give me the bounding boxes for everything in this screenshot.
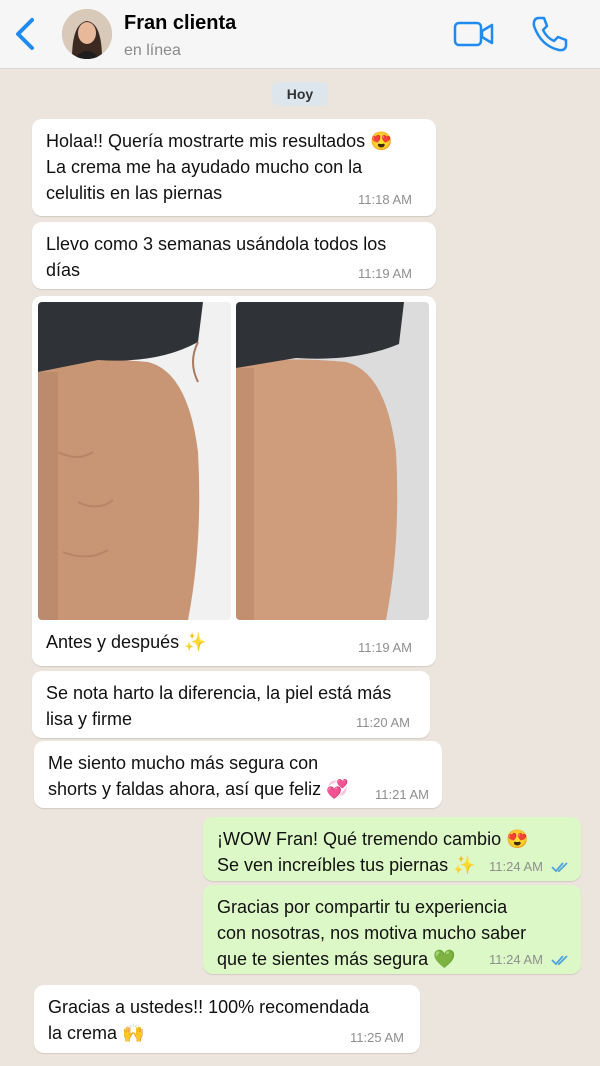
message-outgoing[interactable]: ¡WOW Fran! Qué tremendo cambio 😍 Se ven … [203,817,581,881]
avatar[interactable] [62,9,112,59]
message-incoming[interactable]: Gracias a ustedes!! 100% recomendada la … [34,985,420,1053]
read-ticks-icon [551,862,568,873]
photo-caption: Antes y después ✨ [46,632,207,652]
message-time: 11:18 AM [358,192,412,207]
message-text: Holaa!! Quería mostrarte mis resultados … [46,131,393,203]
message-incoming[interactable]: Llevo como 3 semanas usándola todos los … [32,222,436,289]
message-text: ¡WOW Fran! Qué tremendo cambio 😍 Se ven … [217,829,529,875]
message-time: 11:19 AM [358,640,412,655]
message-text: Gracias a ustedes!! 100% recomendada la … [48,997,370,1043]
date-separator: Hoy [272,82,328,106]
back-chevron-icon[interactable] [10,14,42,54]
after-photo[interactable] [236,302,429,620]
message-incoming[interactable]: Holaa!! Quería mostrarte mis resultados … [32,119,436,216]
phone-call-icon[interactable] [528,14,570,54]
before-photo[interactable] [38,302,231,620]
message-incoming[interactable]: Me siento mucho más segura con shorts y … [34,741,442,808]
message-outgoing[interactable]: Gracias por compartir tu experiencia con… [203,885,581,974]
message-time: 11:20 AM [356,715,410,730]
read-ticks-icon [551,955,568,966]
chat-area[interactable]: Hoy Holaa!! Quería mostrarte mis resulta… [0,69,600,1066]
message-time: 11:25 AM [350,1030,404,1045]
message-incoming[interactable]: Se nota harto la diferencia, la piel est… [32,671,430,738]
message-time: 11:19 AM [358,266,412,281]
message-time: 11:24 AM [489,859,543,874]
contact-name[interactable]: Fran clienta [124,12,236,35]
message-time: 11:24 AM [489,952,543,967]
contact-status: en línea [124,42,181,59]
message-text: Me siento mucho más segura con shorts y … [48,753,349,799]
message-text: Se nota harto la diferencia, la piel est… [46,683,392,729]
chat-header: Fran clienta en línea [0,0,600,69]
message-text: Llevo como 3 semanas usándola todos los … [46,234,387,280]
video-call-icon[interactable] [452,18,496,50]
message-incoming-photo[interactable]: Antes y después ✨ 11:19 AM [32,296,436,666]
message-time: 11:21 AM [375,787,429,802]
message-text: Gracias por compartir tu experiencia con… [217,897,527,969]
